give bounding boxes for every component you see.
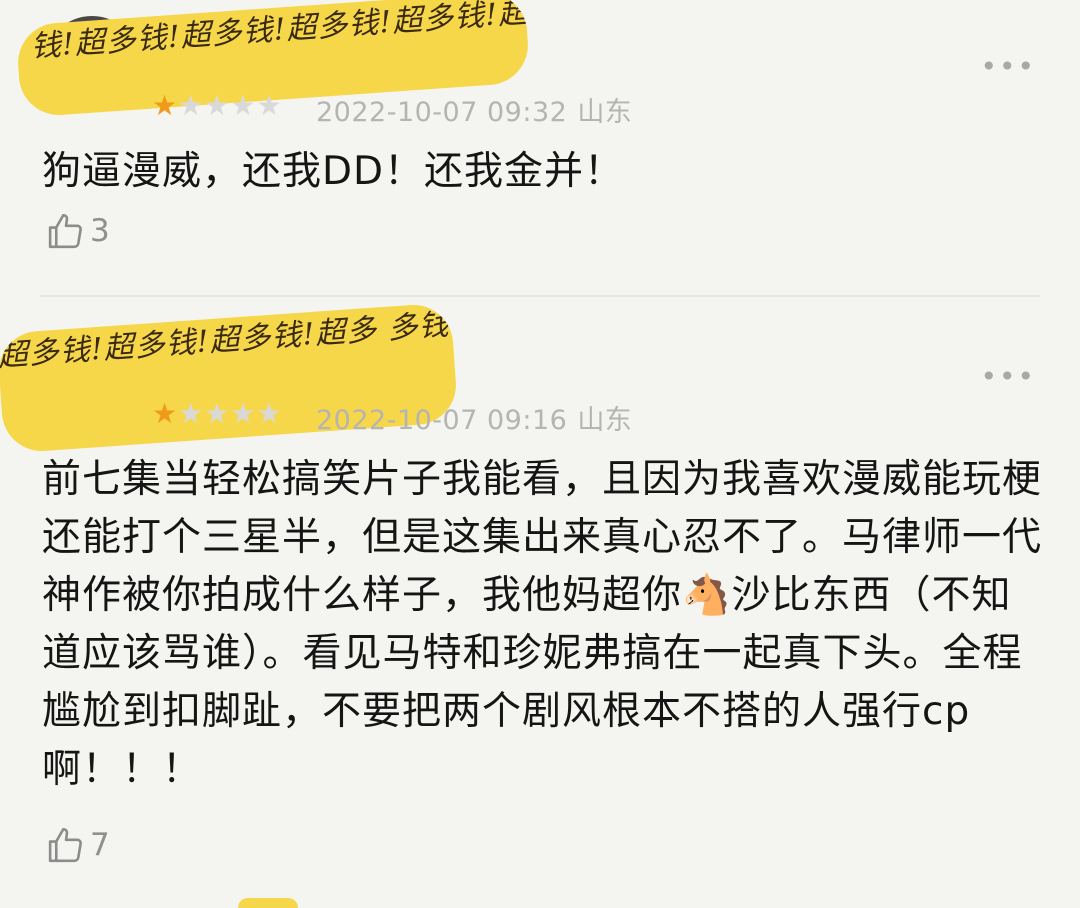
- review-content: 狗逼漫威，还我DD！还我金并！: [42, 149, 625, 194]
- star-icon: ★: [204, 397, 230, 430]
- star-icon: ★: [230, 89, 256, 122]
- star-icon: ★: [204, 89, 230, 122]
- more-dots-icon[interactable]: •••: [980, 360, 1036, 393]
- star-icon: ★: [256, 397, 282, 430]
- review-card: 超多钱!超多钱!超多钱!超多 多钱!超多钱!超多钱!超多钱! 超多钱!超多钱!超…: [0, 298, 1080, 888]
- star-icon: ★: [256, 89, 282, 122]
- like-button[interactable]: 3: [44, 210, 110, 252]
- sticker-text: 钱!超多钱!超多钱!超多钱!超多钱!超 切多钱!超多钱!超多钱!超多钱!超多: [29, 0, 531, 65]
- star-icon: ★: [178, 397, 204, 430]
- review-content: 前七集当轻松搞笑片子我能看，且因为我喜欢漫威能玩梗还能打个三星半，但是这集出来真…: [42, 457, 1043, 792]
- review-date: 2022-10-07 09:16: [316, 405, 568, 436]
- divider: [40, 295, 1040, 297]
- review-meta: 2022-10-07 09:32 山东: [316, 90, 632, 129]
- review-card: 钱!超多钱!超多钱!超多钱!超多钱!超 切多钱!超多钱!超多钱!超多钱!超多 ★…: [0, 0, 1080, 296]
- review-list: 钱!超多钱!超多钱!超多钱!超多钱!超 切多钱!超多钱!超多钱!超多钱!超多 ★…: [0, 0, 1080, 908]
- star-icon: ★: [178, 89, 204, 122]
- review-meta: 2022-10-07 09:16 山东: [316, 398, 632, 437]
- star-icon: ★: [152, 89, 178, 122]
- rating-stars: ★ ★ ★ ★ ★: [152, 92, 282, 120]
- star-icon: ★: [152, 397, 178, 430]
- thumbs-up-outline-icon: [48, 213, 82, 249]
- sticker-text: 超多钱!超多钱!超多钱!超多 多钱!超多钱!超多钱!超多钱! 超多钱!超多钱!超…: [0, 302, 459, 374]
- rating-stars: ★ ★ ★ ★ ★: [152, 400, 282, 428]
- like-button[interactable]: 7: [44, 824, 110, 866]
- review-location: 山东: [577, 97, 633, 128]
- like-count: 3: [90, 213, 110, 249]
- like-count: 7: [90, 827, 110, 863]
- next-review-sticker: [238, 898, 298, 908]
- star-icon: ★: [230, 397, 256, 430]
- more-dots-icon[interactable]: •••: [980, 50, 1036, 83]
- review-location: 山东: [577, 405, 633, 436]
- thumbs-up-outline-icon: [48, 827, 82, 863]
- review-date: 2022-10-07 09:32: [316, 97, 568, 128]
